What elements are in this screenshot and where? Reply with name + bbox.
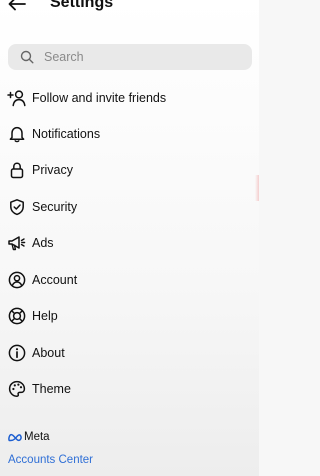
menu-item-label: About bbox=[32, 346, 65, 360]
info-icon bbox=[7, 343, 27, 363]
menu-item-label: Security bbox=[32, 200, 78, 214]
page-title: Settings bbox=[50, 0, 114, 11]
search-bar[interactable] bbox=[8, 44, 252, 70]
add-person-icon bbox=[7, 88, 27, 108]
shield-check-icon bbox=[7, 197, 27, 217]
search-icon bbox=[20, 50, 34, 64]
menu-item-label: Ads bbox=[32, 236, 54, 250]
menu-item-label: Privacy bbox=[32, 163, 73, 177]
account-circle-icon bbox=[7, 270, 27, 290]
menu-item-about[interactable]: About bbox=[0, 339, 259, 367]
menu-item-theme[interactable]: Theme bbox=[0, 375, 259, 403]
menu-item-label: Theme bbox=[32, 382, 71, 396]
menu-item-label: Account bbox=[32, 273, 78, 287]
meta-brand: Meta bbox=[8, 430, 50, 444]
arrow-left-icon bbox=[8, 0, 26, 11]
menu-item-account[interactable]: Account bbox=[0, 266, 259, 294]
menu-item-notifications[interactable]: Notifications bbox=[0, 120, 259, 148]
settings-screen: Settings Follow and invite friends Notif… bbox=[0, 0, 259, 476]
bell-icon bbox=[7, 124, 27, 144]
menu-item-security[interactable]: Security bbox=[0, 193, 259, 221]
lock-icon bbox=[7, 160, 27, 180]
edge-highlight bbox=[255, 175, 259, 201]
menu-item-label: Follow and invite friends bbox=[32, 91, 167, 105]
header: Settings bbox=[0, 0, 259, 22]
meta-logo-icon bbox=[8, 433, 22, 442]
menu-item-privacy[interactable]: Privacy bbox=[0, 156, 259, 184]
menu-item-help[interactable]: Help bbox=[0, 302, 259, 330]
back-button[interactable] bbox=[7, 0, 27, 14]
megaphone-icon bbox=[7, 233, 27, 253]
meta-brand-text: Meta bbox=[24, 431, 50, 443]
accounts-center-link[interactable]: Accounts Center bbox=[8, 453, 93, 467]
menu-item-ads[interactable]: Ads bbox=[0, 229, 259, 257]
menu-item-label: Help bbox=[32, 309, 58, 323]
search-input[interactable] bbox=[44, 44, 244, 70]
lifebuoy-icon bbox=[7, 306, 27, 326]
menu-item-label: Notifications bbox=[32, 127, 101, 141]
palette-icon bbox=[7, 379, 27, 399]
menu-item-follow-invite-friends[interactable]: Follow and invite friends bbox=[0, 84, 259, 112]
